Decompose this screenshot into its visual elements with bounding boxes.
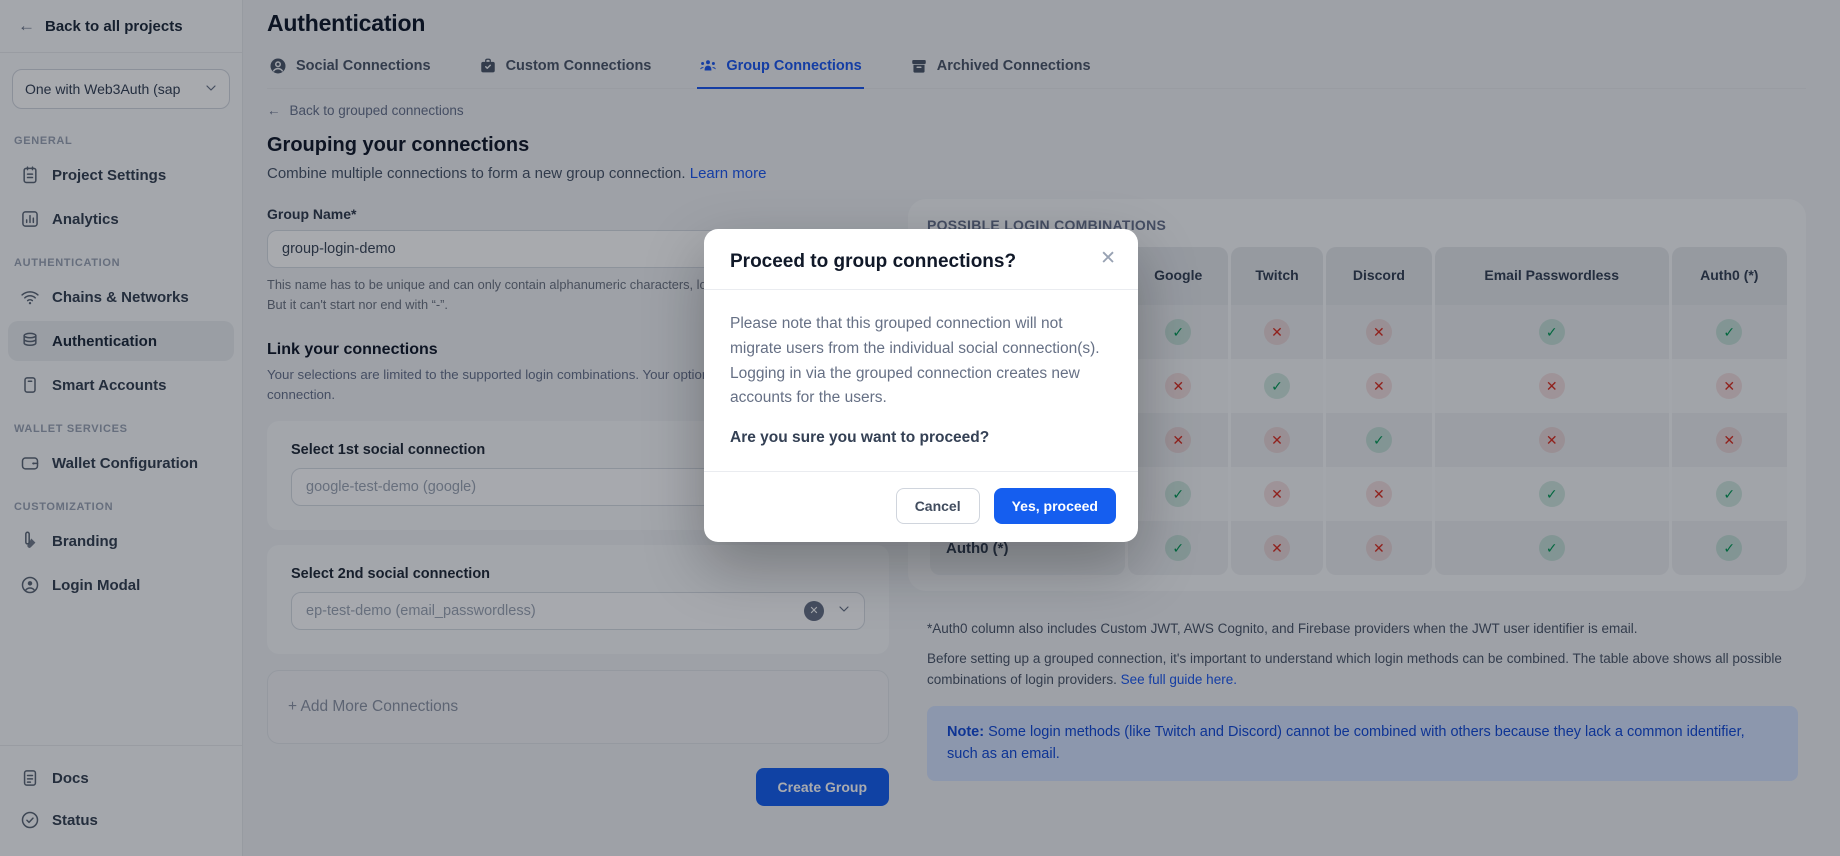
modal-footer: Cancel Yes, proceed [704,471,1138,542]
cancel-button[interactable]: Cancel [896,488,980,524]
modal-title: Proceed to group connections? [730,251,1112,273]
modal-body: Please note that this grouped connection… [704,290,1138,471]
yes-proceed-button[interactable]: Yes, proceed [994,488,1116,524]
modal-header: Proceed to group connections? ✕ [704,229,1138,290]
modal-message: Please note that this grouped connection… [730,312,1112,411]
proceed-confirmation-modal: Proceed to group connections? ✕ Please n… [704,229,1138,542]
close-icon[interactable]: ✕ [1096,245,1120,272]
modal-question: Are you sure you want to proceed? [730,429,1112,447]
